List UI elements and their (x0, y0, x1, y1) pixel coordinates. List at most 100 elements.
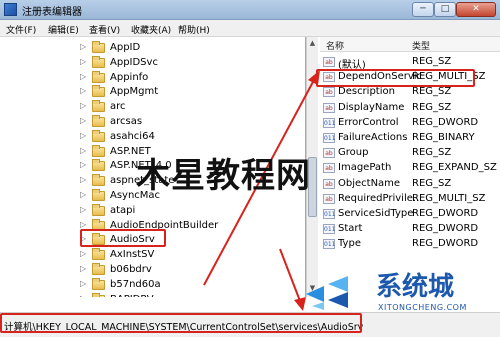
menu-file[interactable]: 文件(F) (6, 23, 36, 36)
expand-arrow-icon[interactable]: ▷ (80, 220, 88, 229)
folder-icon (92, 189, 105, 201)
tree-item-label: AxInstSV (110, 249, 155, 261)
folder-icon (92, 292, 105, 297)
value-row[interactable]: ab RequiredPrivile... REG_MULTI_SZ (320, 191, 500, 206)
value-type: REG_DWORD (412, 116, 479, 128)
brand-url: XITONGCHENG.COM (378, 303, 467, 312)
value-type: REG_SZ (412, 101, 452, 113)
column-header-name[interactable]: 名称 (326, 39, 344, 52)
menu-edit[interactable]: 编辑(E) (48, 23, 79, 36)
value-row[interactable]: 011 FailureActions REG_BINARY (320, 130, 500, 145)
menu-bar: 文件(F) 编辑(E) 查看(V) 收藏夹(A) 帮助(H) (0, 20, 500, 37)
expand-arrow-icon[interactable]: ▷ (80, 86, 88, 95)
values-header: 名称 类型 (320, 37, 500, 52)
value-type: REG_DWORD (412, 238, 479, 250)
folder-icon (92, 159, 105, 172)
folder-icon (92, 277, 105, 290)
tree-item-label: atapi (110, 204, 136, 216)
expand-arrow-icon[interactable]: ▷ (80, 146, 88, 155)
expand-arrow-icon[interactable]: ▷ (80, 294, 88, 297)
value-row[interactable]: ab (默认) REG_SZ (320, 54, 500, 71)
value-name: ImagePath (338, 162, 392, 174)
value-type: REG_SZ (412, 86, 452, 98)
expand-arrow-icon[interactable]: ▷ (80, 72, 88, 81)
value-type: REG_BINARY (412, 132, 475, 143)
value-type: REG_DWORD (412, 223, 479, 235)
expand-arrow-icon[interactable]: ▷ (80, 42, 88, 51)
folder-icon (92, 55, 105, 68)
close-button[interactable]: ✕ (456, 2, 496, 17)
tree-item-label: BAPIDRV (110, 294, 154, 297)
value-name: Type (338, 238, 361, 250)
folder-icon (92, 203, 105, 216)
expand-arrow-icon[interactable]: ▷ (80, 264, 88, 273)
value-row[interactable]: ab Group REG_SZ (320, 145, 500, 160)
folder-icon (92, 174, 105, 187)
title-bar: 注册表编辑器 ─ □ ✕ (0, 0, 500, 20)
folder-icon (92, 70, 105, 83)
folder-icon (92, 115, 105, 127)
value-name: FailureActions (338, 132, 408, 143)
folder-icon (92, 248, 105, 261)
minimize-button[interactable]: ─ (412, 2, 434, 17)
window-title: 注册表编辑器 (22, 7, 82, 18)
value-row[interactable]: 011 ServiceSidType REG_DWORD (320, 206, 500, 221)
tree-item[interactable]: ▷ BAPIDRV (80, 292, 300, 297)
expand-arrow-icon[interactable]: ▷ (80, 205, 88, 214)
folder-icon (92, 41, 105, 53)
tree-item-label: arc (110, 101, 126, 113)
tree-item-label: AppID (110, 42, 141, 53)
center-watermark: 木星教程网 (136, 156, 311, 196)
folder-icon (92, 85, 105, 98)
scroll-up-arrow-icon[interactable]: ▲ (308, 39, 317, 49)
value-row[interactable]: ab DisplayName REG_SZ (320, 100, 500, 115)
expand-arrow-icon[interactable]: ▷ (80, 160, 88, 169)
value-name: ObjectName (338, 177, 401, 189)
expand-arrow-icon[interactable]: ▷ (80, 249, 88, 258)
expand-arrow-icon[interactable]: ▷ (80, 175, 88, 184)
tree-item-label: asahci64 (110, 130, 155, 142)
expand-arrow-icon[interactable]: ▷ (80, 131, 88, 140)
value-name: ServiceSidType (338, 208, 414, 219)
value-type: REG_MULTI_SZ (412, 192, 486, 204)
tree-item-label: arcsas (110, 116, 143, 127)
maximize-button[interactable]: □ (434, 2, 456, 17)
value-row[interactable]: 011 Start REG_DWORD (320, 221, 500, 236)
expand-arrow-icon[interactable]: ▷ (80, 101, 88, 110)
expand-arrow-icon[interactable]: ▷ (80, 279, 88, 288)
value-row[interactable]: ab ObjectName REG_SZ (320, 176, 500, 191)
menu-help[interactable]: 帮助(H) (178, 23, 210, 36)
tree-item-label: b57nd60a (110, 278, 161, 290)
status-path-highlight (0, 313, 362, 333)
folder-icon (92, 263, 105, 275)
tree-item-label: b06bdrv (110, 264, 152, 275)
value-name: DisplayName (338, 101, 405, 113)
menu-view[interactable]: 查看(V) (89, 23, 120, 36)
tree-item-label: AppMgmt (110, 86, 159, 98)
value-name: RequiredPrivile... (338, 192, 422, 204)
tree-item-label: AppIDSvc (110, 56, 158, 68)
expand-arrow-icon[interactable]: ▷ (80, 57, 88, 66)
value-row[interactable]: 011 Type REG_DWORD (320, 236, 500, 251)
value-row[interactable]: 011 ErrorControl REG_DWORD (320, 115, 500, 130)
value-type: REG_DWORD (412, 208, 479, 219)
value-row[interactable]: ab ImagePath REG_EXPAND_SZ (320, 160, 500, 175)
regedit-app-icon (4, 3, 17, 16)
value-type: REG_SZ (412, 147, 452, 159)
folder-icon (92, 100, 105, 113)
value-name: ErrorControl (338, 116, 399, 128)
column-header-type[interactable]: 类型 (412, 39, 430, 52)
value-type: REG_SZ (412, 177, 452, 189)
tree-item[interactable]: ▷ AppID (80, 41, 300, 55)
folder-icon (92, 129, 105, 142)
audiosrv-highlight (80, 229, 166, 247)
expand-arrow-icon[interactable]: ▷ (80, 190, 88, 199)
xitongcheng-logo-icon (306, 276, 348, 310)
tree-item-label: Appinfo (110, 71, 149, 83)
menu-favorites[interactable]: 收藏夹(A) (131, 23, 171, 36)
value-name: Start (338, 223, 363, 235)
expand-arrow-icon[interactable]: ▷ (80, 116, 88, 125)
value-name: Group (338, 147, 369, 159)
dependonservice-highlight (316, 69, 475, 87)
value-type: REG_EXPAND_SZ (412, 162, 497, 174)
